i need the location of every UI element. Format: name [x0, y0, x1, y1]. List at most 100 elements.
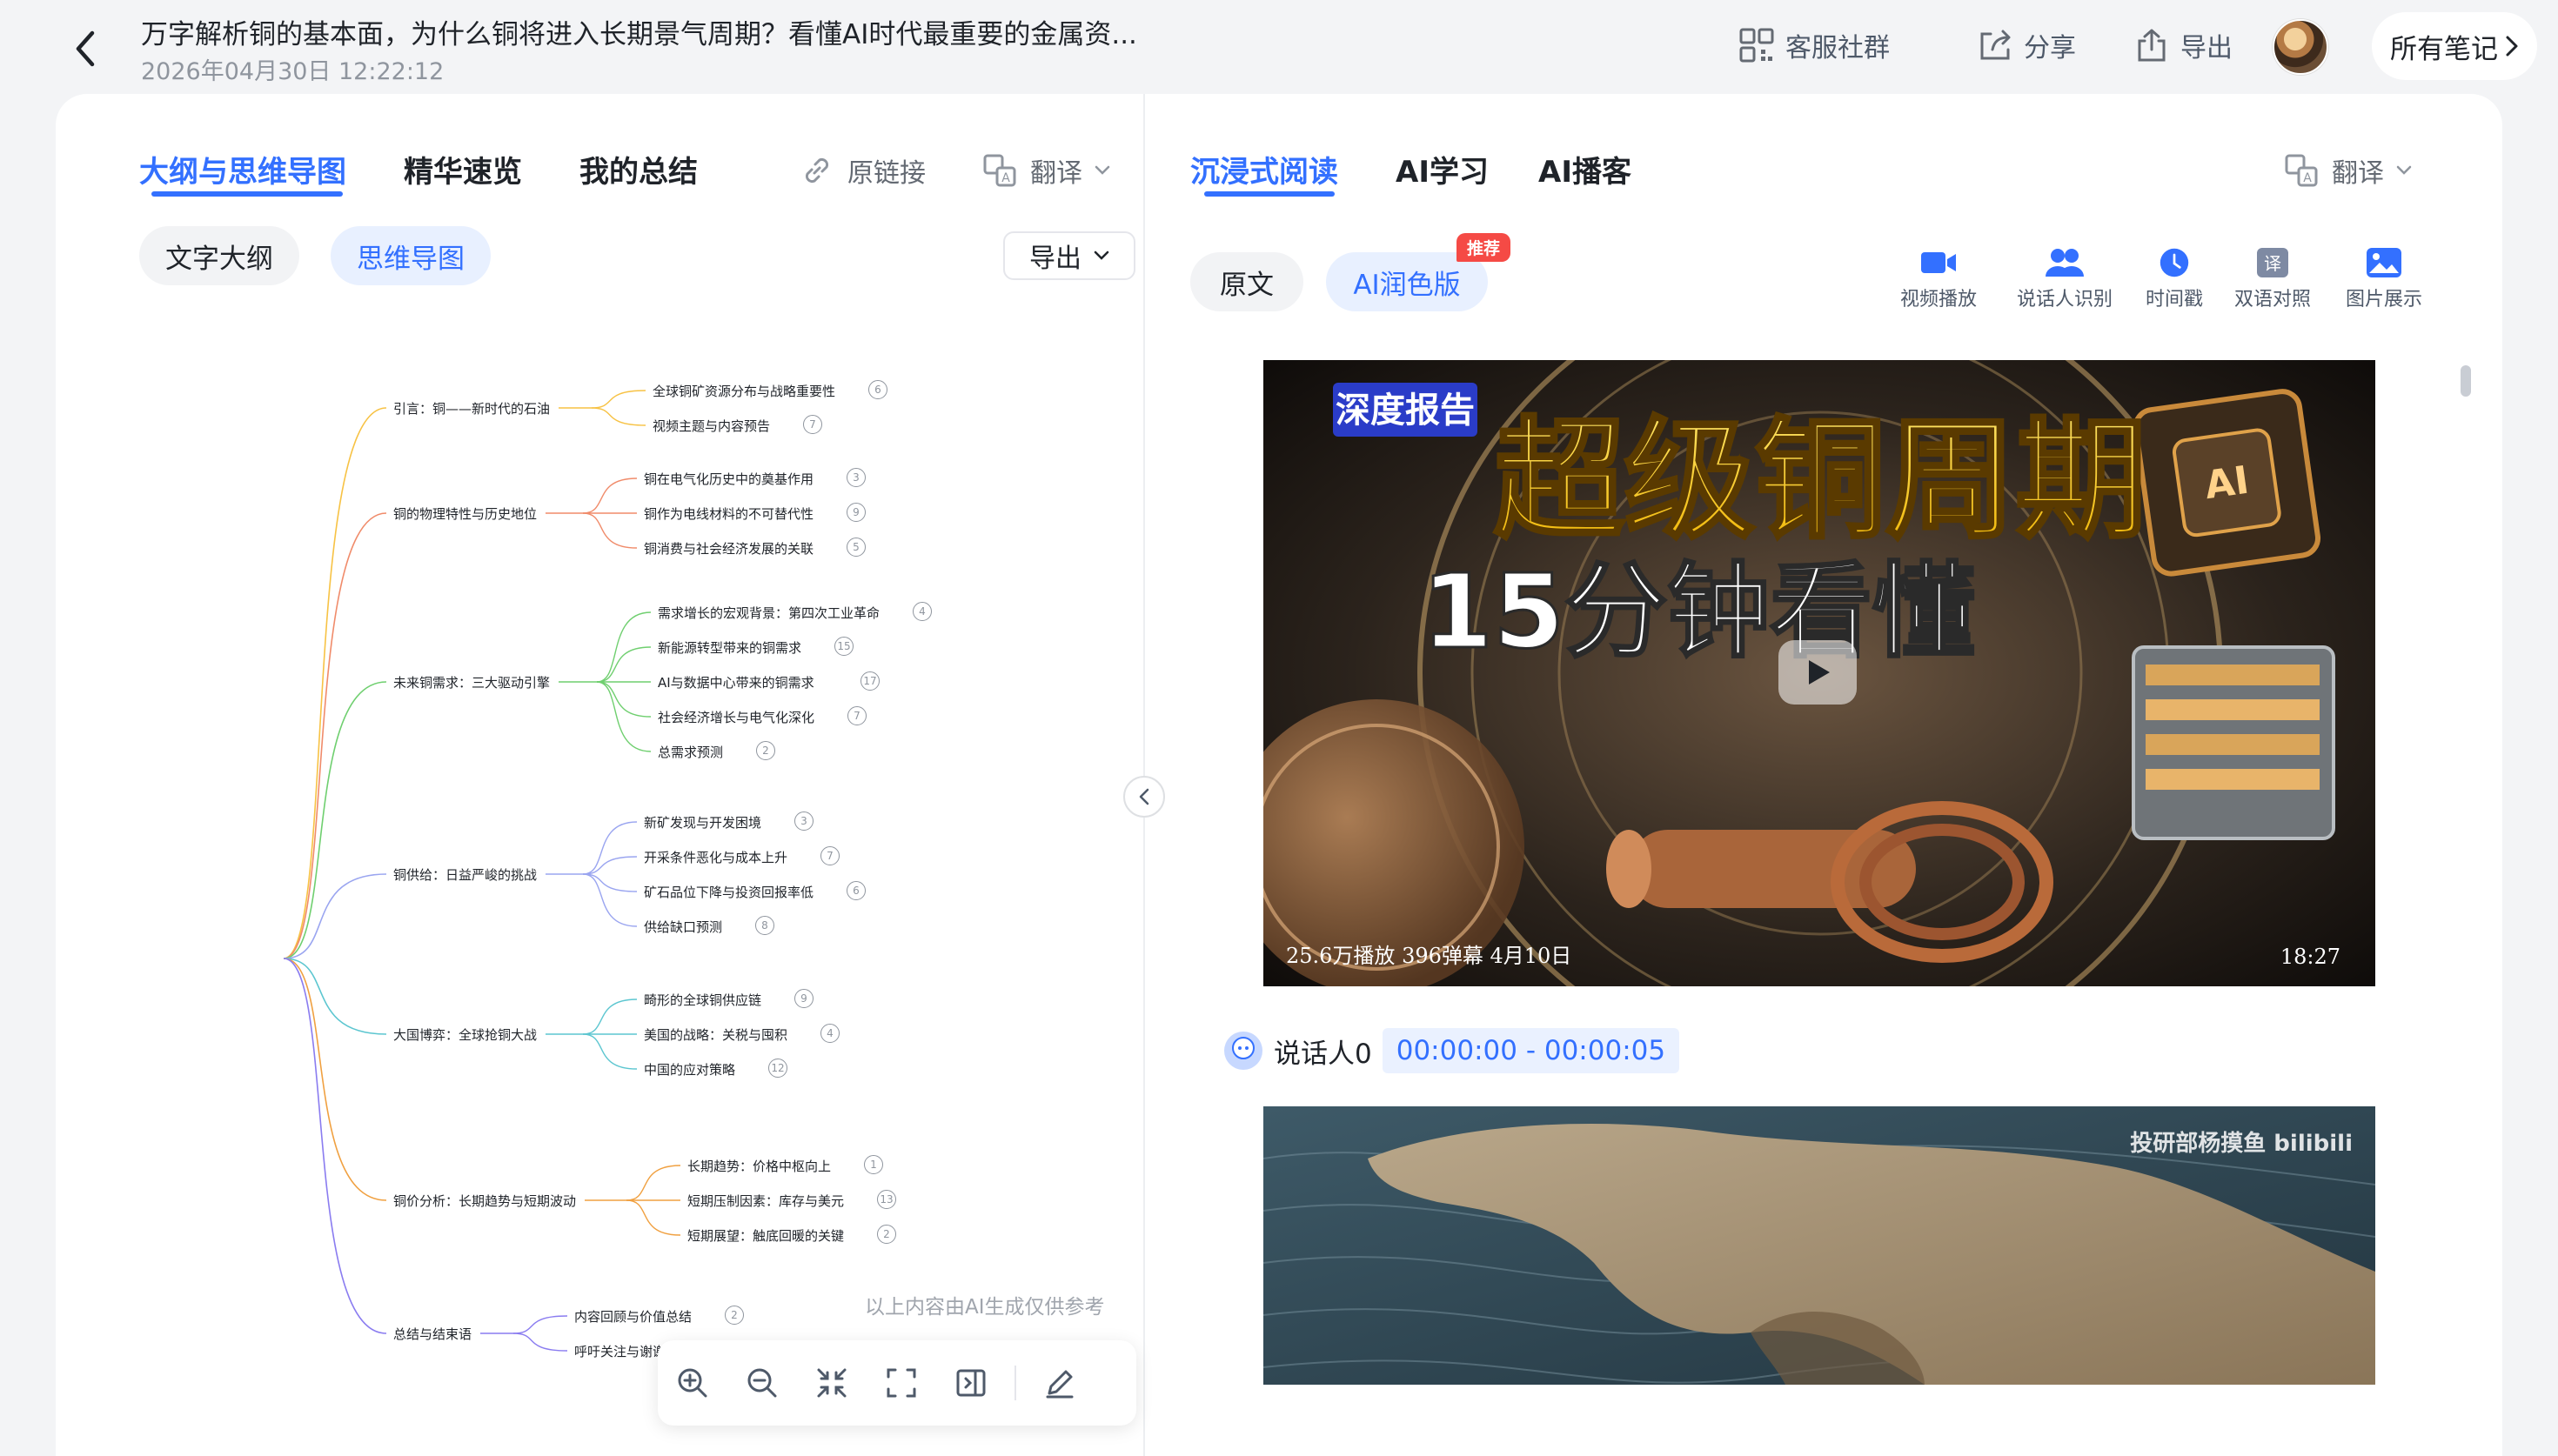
mindmap-child-node[interactable]: 短期展望：触底回暖的关键 — [687, 1226, 844, 1245]
mindmap-branch-node[interactable]: 未来铜需求：三大驱动引擎 — [393, 673, 550, 691]
mindmap-child-node[interactable]: 新能源转型带来的铜需求 — [658, 638, 801, 657]
share-button[interactable]: 分享 — [1977, 17, 2076, 73]
mindmap-child-node[interactable]: 视频主题与内容预告 — [653, 417, 770, 435]
all-notes-button[interactable]: 所有笔记 — [2372, 12, 2537, 80]
mindmap-child-node[interactable]: 供给缺口预测 — [644, 918, 722, 936]
mindmap-child-node[interactable]: 矿石品位下降与投资回报率低 — [644, 883, 814, 901]
tool-speaker-recognition[interactable]: 说话人识别 — [2017, 247, 2113, 311]
tool-image-display[interactable]: 图片展示 — [2346, 247, 2422, 311]
mindmap-child-connector — [582, 998, 638, 1035]
mindmap-count-badge: 17 — [860, 671, 880, 691]
side-panel-button[interactable] — [936, 1348, 1006, 1418]
customer-service-button[interactable]: 客服社群 — [1738, 17, 1890, 73]
clock-icon — [2160, 248, 2189, 277]
mindmap-connectors — [283, 390, 681, 1352]
tab-ai-podcast[interactable]: AI播客 — [1538, 148, 1631, 190]
svg-text:AI: AI — [2202, 458, 2252, 509]
mindmap-count-badge: 2 — [756, 741, 775, 760]
mindmap-child-node[interactable]: 社会经济增长与电气化深化 — [658, 708, 814, 726]
speaker-row: 说话人0 00:00:00 - 00:00:05 — [1223, 1026, 1680, 1075]
tab-my-summary[interactable]: 我的总结 — [579, 148, 698, 190]
panel-toggle-icon — [956, 1369, 986, 1397]
tab-ai-learning[interactable]: AI学习 — [1396, 148, 1489, 190]
tool-timestamp[interactable]: 时间戳 — [2146, 247, 2203, 311]
svg-text:译: 译 — [2264, 253, 2281, 274]
edit-button[interactable] — [1025, 1348, 1095, 1418]
tool-image-display-label: 图片展示 — [2346, 289, 2423, 311]
mindmap-child-node[interactable]: 新矿发现与开发困境 — [644, 813, 761, 832]
mindmap-branch-node[interactable]: 铜的物理特性与历史地位 — [393, 504, 537, 523]
mindmap-child-node[interactable]: 需求增长的宏观背景：第四次工业革命 — [658, 604, 880, 622]
user-avatar[interactable] — [2273, 19, 2328, 75]
speaker-time-range[interactable]: 00:00:00 - 00:00:05 — [1382, 1028, 1680, 1073]
mindmap-child-node[interactable]: 畸形的全球铜供应链 — [644, 991, 761, 1009]
mindmap-child-node[interactable]: 全球铜矿资源分布与战略重要性 — [653, 382, 835, 400]
video-headline: 超级铜周期 — [1494, 405, 2146, 557]
mindmap-branch-node[interactable]: 铜价分析：长期趋势与短期波动 — [393, 1192, 576, 1210]
play-button[interactable] — [1778, 640, 1857, 705]
back-button[interactable] — [61, 24, 110, 73]
mindmap-child-node[interactable]: 内容回顾与价值总结 — [574, 1307, 692, 1326]
tool-video-playback[interactable]: 视频播放 — [1900, 247, 1977, 311]
mindmap-child-node[interactable]: 铜在电气化历史中的奠基作用 — [644, 470, 814, 488]
collapse-panel-button[interactable] — [1123, 776, 1165, 818]
mindmap-branch-node[interactable]: 铜供给：日益严峻的挑战 — [393, 865, 537, 884]
original-link-button[interactable]: 原链接 — [799, 151, 926, 190]
chevron-right-icon — [2506, 36, 2518, 57]
tab-immersive-reading[interactable]: 沉浸式阅读 — [1190, 148, 1338, 190]
mindmap-canvas[interactable]: 引言：铜——新时代的石油 全球铜矿资源分布与战略重要性 6 视频主题与内容预告 7 铜的物… — [56, 320, 1143, 1456]
subtab-mindmap[interactable]: 思维导图 — [331, 226, 491, 285]
export-button[interactable]: 导出 — [1003, 231, 1135, 280]
mindmap-branch-node[interactable]: 大国博弈：全球抢铜大战 — [393, 1025, 537, 1044]
mindmap-child-connector — [626, 1199, 681, 1236]
zoom-out-button[interactable] — [727, 1348, 797, 1418]
zoom-in-button[interactable] — [658, 1348, 727, 1418]
scrollbar[interactable] — [2461, 365, 2471, 397]
top-bar: 万字解析铜的基本面，为什么铜将进入长期景气周期？看懂AI时代最重要的金属资...… — [0, 0, 2558, 94]
chevron-left-icon — [76, 30, 95, 67]
video-thumbnail[interactable]: AI 深度报告 超级铜周期 15分钟看懂 25.6万播放 396弹幕 4月10日… — [1263, 360, 2375, 986]
mindmap-count-badge: 7 — [820, 846, 840, 865]
play-icon — [1809, 660, 1830, 685]
mindmap-count-badge: 3 — [794, 811, 814, 831]
share-label: 分享 — [2024, 33, 2076, 63]
subtab-original[interactable]: 原文 — [1190, 252, 1303, 311]
mindmap-child-connector — [591, 390, 646, 409]
chevron-down-icon — [2396, 165, 2412, 175]
tab-outline-mindmap[interactable]: 大纲与思维导图 — [139, 148, 346, 190]
mindmap-child-node[interactable]: 铜作为电线材料的不可替代性 — [644, 504, 814, 523]
mindmap-child-connector — [596, 681, 652, 718]
video-duration: 18:27 — [2280, 945, 2340, 969]
mindmap-branch-node[interactable]: 引言：铜——新时代的石油 — [393, 399, 550, 417]
mindmap-branch-node[interactable]: 总结与结束语 — [393, 1325, 472, 1343]
mindmap-child-node[interactable]: 呼吁关注与谢谢 — [574, 1342, 666, 1360]
fullscreen-button[interactable] — [867, 1348, 936, 1418]
mindmap-child-node[interactable]: 中国的应对策略 — [644, 1060, 735, 1079]
fit-view-button[interactable] — [797, 1348, 867, 1418]
pencil-icon — [1046, 1370, 1074, 1399]
mindmap-child-node[interactable]: 长期趋势：价格中枢向上 — [687, 1157, 831, 1175]
chevron-left-icon — [1139, 788, 1149, 805]
original-link-label: 原链接 — [847, 158, 926, 189]
export-top-label: 导出 — [2180, 33, 2233, 63]
speaker-avatar-icon — [1224, 1032, 1262, 1070]
document-title: 万字解析铜的基本面，为什么铜将进入长期景气周期？看懂AI时代最重要的金属资... — [141, 19, 1137, 50]
mindmap-branch-connector — [283, 958, 387, 1201]
mindmap-child-node[interactable]: 铜消费与社会经济发展的关联 — [644, 539, 814, 558]
tool-bilingual[interactable]: 译 双语对照 — [2234, 247, 2311, 311]
mindmap-child-node[interactable]: 开采条件恶化与成本上升 — [644, 848, 787, 866]
mindmap-child-node[interactable]: 总需求预测 — [658, 743, 723, 761]
mindmap-child-node[interactable]: 美国的战略：关税与囤积 — [644, 1025, 787, 1044]
tab-highlights[interactable]: 精华速览 — [404, 148, 522, 190]
translate-left-button[interactable]: A 翻译 — [981, 151, 1110, 190]
mindmap-child-node[interactable]: 短期压制因素：库存与美元 — [687, 1192, 844, 1210]
svg-text:A: A — [1001, 171, 1010, 185]
subtab-text-outline[interactable]: 文字大纲 — [139, 226, 299, 285]
mindmap-count-badge: 2 — [877, 1225, 896, 1244]
mindmap-child-node[interactable]: AI与数据中心带来的铜需求 — [658, 673, 814, 691]
translate-right-button[interactable]: A 翻译 — [2283, 151, 2412, 190]
translate-badge-icon: 译 — [2257, 248, 2288, 277]
tool-speaker-recognition-label: 说话人识别 — [2017, 289, 2113, 311]
export-top-button[interactable]: 导出 — [2133, 17, 2233, 73]
translate-icon: A — [2285, 154, 2318, 187]
